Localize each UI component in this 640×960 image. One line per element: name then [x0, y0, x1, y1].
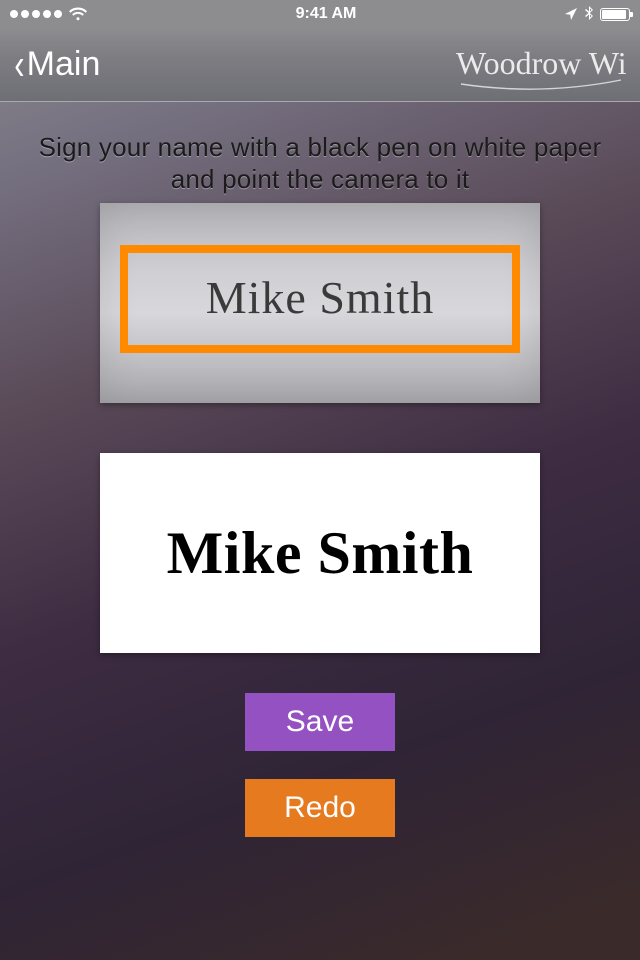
status-right: [564, 6, 630, 22]
redo-button[interactable]: Redo: [245, 779, 395, 837]
back-button[interactable]: ‹ Main: [12, 43, 100, 87]
camera-signature: Mike Smith: [206, 271, 435, 324]
crop-box: Mike Smith: [120, 245, 520, 353]
bluetooth-icon: [584, 6, 594, 22]
cellular-signal-icon: [10, 10, 62, 18]
processed-preview: Mike Smith: [100, 453, 540, 653]
content: Sign your name with a black pen on white…: [0, 102, 640, 837]
save-button[interactable]: Save: [245, 693, 395, 751]
instruction-text: Sign your name with a black pen on white…: [30, 132, 610, 195]
processed-signature: Mike Smith: [167, 519, 474, 588]
battery-icon: [600, 8, 630, 21]
location-icon: [564, 7, 578, 21]
status-bar: 9:41 AM: [0, 0, 640, 28]
camera-preview: Mike Smith: [100, 203, 540, 403]
logo-text: Woodrow Wilson: [456, 45, 626, 81]
wifi-icon: [68, 7, 88, 21]
status-left: [10, 7, 88, 21]
app-logo: Woodrow Wilson: [456, 36, 626, 96]
status-time: 9:41 AM: [296, 5, 357, 23]
back-label: Main: [27, 45, 101, 84]
chevron-left-icon: ‹: [14, 43, 24, 87]
nav-bar: ‹ Main Woodrow Wilson: [0, 28, 640, 102]
